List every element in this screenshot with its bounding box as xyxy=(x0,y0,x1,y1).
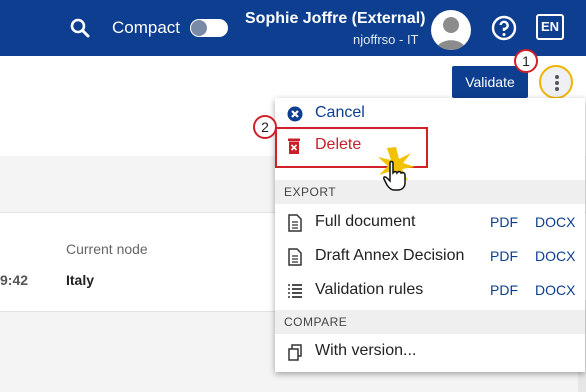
validate-button[interactable]: Validate xyxy=(452,66,528,98)
user-name: Sophie Joffre (External) xyxy=(245,10,426,27)
help-icon[interactable] xyxy=(491,15,517,41)
pdf-link[interactable]: PDF xyxy=(490,248,518,264)
more-actions-button[interactable] xyxy=(539,65,573,99)
current-node-value: Italy xyxy=(66,272,95,288)
menu-item-cancel[interactable]: Cancel xyxy=(275,98,585,130)
search-icon[interactable] xyxy=(70,18,90,38)
compact-toggle[interactable] xyxy=(190,19,228,37)
hand-cursor-icon xyxy=(383,160,406,191)
current-node-label: Current node xyxy=(66,241,148,257)
copy-compare-icon xyxy=(288,344,302,361)
avatar[interactable] xyxy=(431,10,471,50)
list-numbered-icon xyxy=(288,284,302,298)
menu-item-export[interactable]: Validation rules PDF DOCX xyxy=(275,275,585,307)
export-label: Draft Annex Decision xyxy=(315,247,465,264)
docx-link[interactable]: DOCX xyxy=(535,248,575,264)
compare-section-header: COMPARE xyxy=(275,310,585,334)
time-value: 9:42 xyxy=(0,272,29,288)
cancel-icon xyxy=(287,106,303,122)
menu-item-compare[interactable]: With version... xyxy=(275,336,585,368)
kebab-dot-icon xyxy=(555,87,559,91)
export-section-header: EXPORT xyxy=(275,180,585,204)
export-label: Full document xyxy=(315,213,416,230)
menu-item-export[interactable]: Draft Annex Decision PDF DOCX xyxy=(275,241,585,273)
language-selector[interactable]: EN xyxy=(536,14,564,40)
export-label: Validation rules xyxy=(315,281,424,298)
kebab-dot-icon xyxy=(555,75,559,79)
pdf-link[interactable]: PDF xyxy=(490,282,518,298)
user-avatar-icon xyxy=(436,17,466,50)
menu-item-export[interactable]: Full document PDF DOCX xyxy=(275,207,585,239)
step-callout-2: 2 xyxy=(253,115,277,139)
with-version-label: With version... xyxy=(315,342,417,359)
docx-link[interactable]: DOCX xyxy=(535,214,575,230)
user-subtitle: njoffrso - IT xyxy=(353,32,419,47)
export-header-label: EXPORT xyxy=(284,185,337,199)
kebab-dot-icon xyxy=(555,81,559,85)
cancel-label: Cancel xyxy=(315,104,365,121)
pdf-link[interactable]: PDF xyxy=(490,214,518,230)
document-icon xyxy=(288,248,302,266)
document-icon xyxy=(288,214,302,232)
step-callout-1: 1 xyxy=(514,49,538,73)
toggle-knob xyxy=(191,20,207,36)
compare-header-label: COMPARE xyxy=(284,315,348,329)
compact-label: Compact xyxy=(112,18,181,37)
docx-link[interactable]: DOCX xyxy=(535,282,575,298)
